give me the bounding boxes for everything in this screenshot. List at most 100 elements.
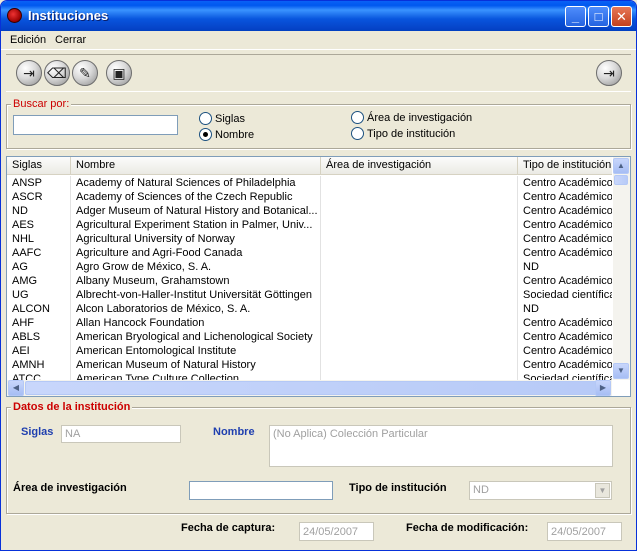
cell-nombre: Academy of Sciences of the Czech Republi… bbox=[71, 190, 321, 204]
cell-nombre: American Bryological and Lichenological … bbox=[71, 330, 321, 344]
cell-nombre: Agricultural University of Norway bbox=[71, 232, 321, 246]
table-row[interactable]: ABLS American Bryological and Lichenologi… bbox=[7, 330, 612, 344]
menu-bar: Edición Cerrar bbox=[1, 31, 636, 50]
scroll-down-button[interactable]: ▼ bbox=[613, 363, 629, 379]
radio-area[interactable] bbox=[351, 111, 364, 124]
horizontal-scrollbar[interactable]: ◀ ▶ bbox=[7, 380, 612, 396]
cell-nombre: Albany Museum, Grahamstown bbox=[71, 274, 321, 288]
cell-tipo: Centro Académico bbox=[523, 247, 612, 259]
institutions-grid[interactable]: Siglas Nombre Área de investigación Tipo… bbox=[6, 156, 631, 397]
table-row[interactable]: ALCON Alcon Laboratorios de México, S. A.… bbox=[7, 302, 612, 316]
captura-field[interactable] bbox=[299, 522, 374, 541]
table-row[interactable]: AHF Allan Hancock Foundation Centro Académ… bbox=[7, 316, 612, 330]
area-label: Área de investigación bbox=[13, 482, 127, 494]
cell-nombre: American Entomological Institute bbox=[71, 344, 321, 358]
cell-siglas: ASCR bbox=[7, 190, 71, 204]
radio-nombre-label[interactable]: Nombre bbox=[215, 129, 254, 141]
table-row[interactable]: AMNH American Museum of Natural History Ce… bbox=[7, 358, 612, 372]
cell-area bbox=[321, 190, 518, 204]
table-row[interactable]: AES Agricultural Experiment Station in Pa… bbox=[7, 218, 612, 232]
cell-tipo: Centro Académico bbox=[523, 191, 612, 203]
column-tipo[interactable]: Tipo de institución bbox=[518, 157, 612, 175]
radio-area-label[interactable]: Área de investigación bbox=[367, 112, 472, 124]
cell-tipo: Centro Académico bbox=[523, 317, 612, 329]
cell-tipo: Centro Académico bbox=[523, 205, 612, 217]
nombre-field[interactable]: (No Aplica) Colección Particular bbox=[269, 425, 613, 467]
siglas-field[interactable] bbox=[61, 425, 181, 443]
tipo-select[interactable]: ND ▼ bbox=[469, 481, 612, 500]
cell-tipo: ND bbox=[523, 303, 539, 315]
title-bar[interactable]: Instituciones _ □ ✕ bbox=[1, 1, 636, 31]
column-nombre[interactable]: Nombre bbox=[71, 157, 321, 175]
search-input[interactable] bbox=[13, 115, 178, 135]
radio-tipo[interactable] bbox=[351, 127, 364, 140]
tipo-select-value: ND bbox=[473, 484, 489, 496]
radio-nombre[interactable] bbox=[199, 128, 212, 141]
radio-siglas-label[interactable]: Siglas bbox=[215, 113, 245, 125]
table-row[interactable]: NHL Agricultural University of Norway Cent… bbox=[7, 232, 612, 246]
table-row[interactable]: AMG Albany Museum, Grahamstown Centro Acad… bbox=[7, 274, 612, 288]
captura-label: Fecha de captura: bbox=[181, 522, 276, 534]
cell-tipo: Centro Académico bbox=[523, 177, 612, 189]
chevron-down-icon[interactable]: ▼ bbox=[595, 483, 610, 498]
cell-nombre: American Museum of Natural History bbox=[71, 358, 321, 372]
cell-area bbox=[321, 344, 518, 358]
radio-siglas[interactable] bbox=[199, 112, 212, 125]
exit-button[interactable]: ⇥ bbox=[596, 60, 622, 86]
maximize-icon: □ bbox=[594, 9, 603, 24]
cell-nombre: Albrecht-von-Haller-Institut Universität… bbox=[71, 288, 321, 302]
grid-header: Siglas Nombre Área de investigación Tipo… bbox=[7, 157, 612, 175]
tipo-label: Tipo de institución bbox=[349, 482, 447, 494]
scroll-left-button[interactable]: ◀ bbox=[8, 380, 24, 396]
scroll-right-button[interactable]: ▶ bbox=[595, 380, 611, 396]
cell-area bbox=[321, 260, 518, 274]
nombre-label: Nombre bbox=[213, 426, 255, 438]
new-record-button[interactable]: ⇥ bbox=[16, 60, 42, 86]
table-row[interactable]: ASCR Academy of Sciences of the Czech Rep… bbox=[7, 190, 612, 204]
details-legend: Datos de la institución bbox=[11, 401, 133, 413]
cell-siglas: ALCON bbox=[7, 302, 71, 316]
vertical-scroll-thumb[interactable] bbox=[614, 175, 628, 185]
cell-nombre: Agriculture and Agri-Food Canada bbox=[71, 246, 321, 260]
cell-tipo: Centro Académico bbox=[523, 275, 612, 287]
table-row[interactable]: ANSP Academy of Natural Sciences of Phila… bbox=[7, 176, 612, 190]
area-field[interactable] bbox=[189, 481, 333, 500]
clear-button[interactable]: ⌫ bbox=[44, 60, 70, 86]
cell-tipo: Centro Académico bbox=[523, 331, 612, 343]
exit-icon: ⇥ bbox=[603, 65, 615, 81]
window-title: Instituciones bbox=[28, 8, 109, 23]
cell-siglas: AHF bbox=[7, 316, 71, 330]
modificacion-field[interactable] bbox=[547, 522, 622, 541]
table-row[interactable]: UG Albrecht-von-Haller-Institut Universit… bbox=[7, 288, 612, 302]
edit-button[interactable]: ✎ bbox=[72, 60, 98, 86]
menu-cerrar[interactable]: Cerrar bbox=[55, 34, 86, 46]
cell-area bbox=[321, 232, 518, 246]
cell-area bbox=[321, 204, 518, 218]
table-row[interactable]: AAFC Agriculture and Agri-Food Canada Cent… bbox=[7, 246, 612, 260]
chevron-right-icon: ▶ bbox=[599, 383, 607, 392]
cell-area bbox=[321, 302, 518, 316]
grid-rows: ANSP Academy of Natural Sciences of Phila… bbox=[7, 176, 612, 386]
table-row[interactable]: ND Adger Museum of Natural History and Bo… bbox=[7, 204, 612, 218]
cell-nombre: Allan Hancock Foundation bbox=[71, 316, 321, 330]
minimize-button[interactable]: _ bbox=[565, 6, 586, 27]
save-icon: ▣ bbox=[112, 65, 126, 81]
minimize-icon: _ bbox=[571, 9, 580, 24]
horizontal-scroll-thumb[interactable] bbox=[25, 381, 597, 395]
cell-nombre: Adger Museum of Natural History and Bota… bbox=[71, 204, 321, 218]
radio-tipo-label[interactable]: Tipo de institución bbox=[367, 128, 455, 140]
table-row[interactable]: AG Agro Grow de México, S. A. ND bbox=[7, 260, 612, 274]
vertical-scrollbar[interactable]: ▲ ▼ bbox=[613, 157, 630, 380]
table-row[interactable]: AEI American Entomological Institute Centr… bbox=[7, 344, 612, 358]
maximize-button[interactable]: □ bbox=[588, 6, 609, 27]
column-area[interactable]: Área de investigación bbox=[321, 157, 518, 175]
cell-siglas: AAFC bbox=[7, 246, 71, 260]
scroll-up-button[interactable]: ▲ bbox=[613, 158, 629, 174]
menu-edicion[interactable]: Edición bbox=[10, 34, 46, 46]
cell-area bbox=[321, 330, 518, 344]
save-button[interactable]: ▣ bbox=[106, 60, 132, 86]
close-button[interactable]: ✕ bbox=[611, 6, 632, 27]
cell-siglas: UG bbox=[7, 288, 71, 302]
column-siglas[interactable]: Siglas bbox=[7, 157, 71, 175]
cell-nombre: Academy of Natural Sciences of Philadelp… bbox=[71, 176, 321, 190]
